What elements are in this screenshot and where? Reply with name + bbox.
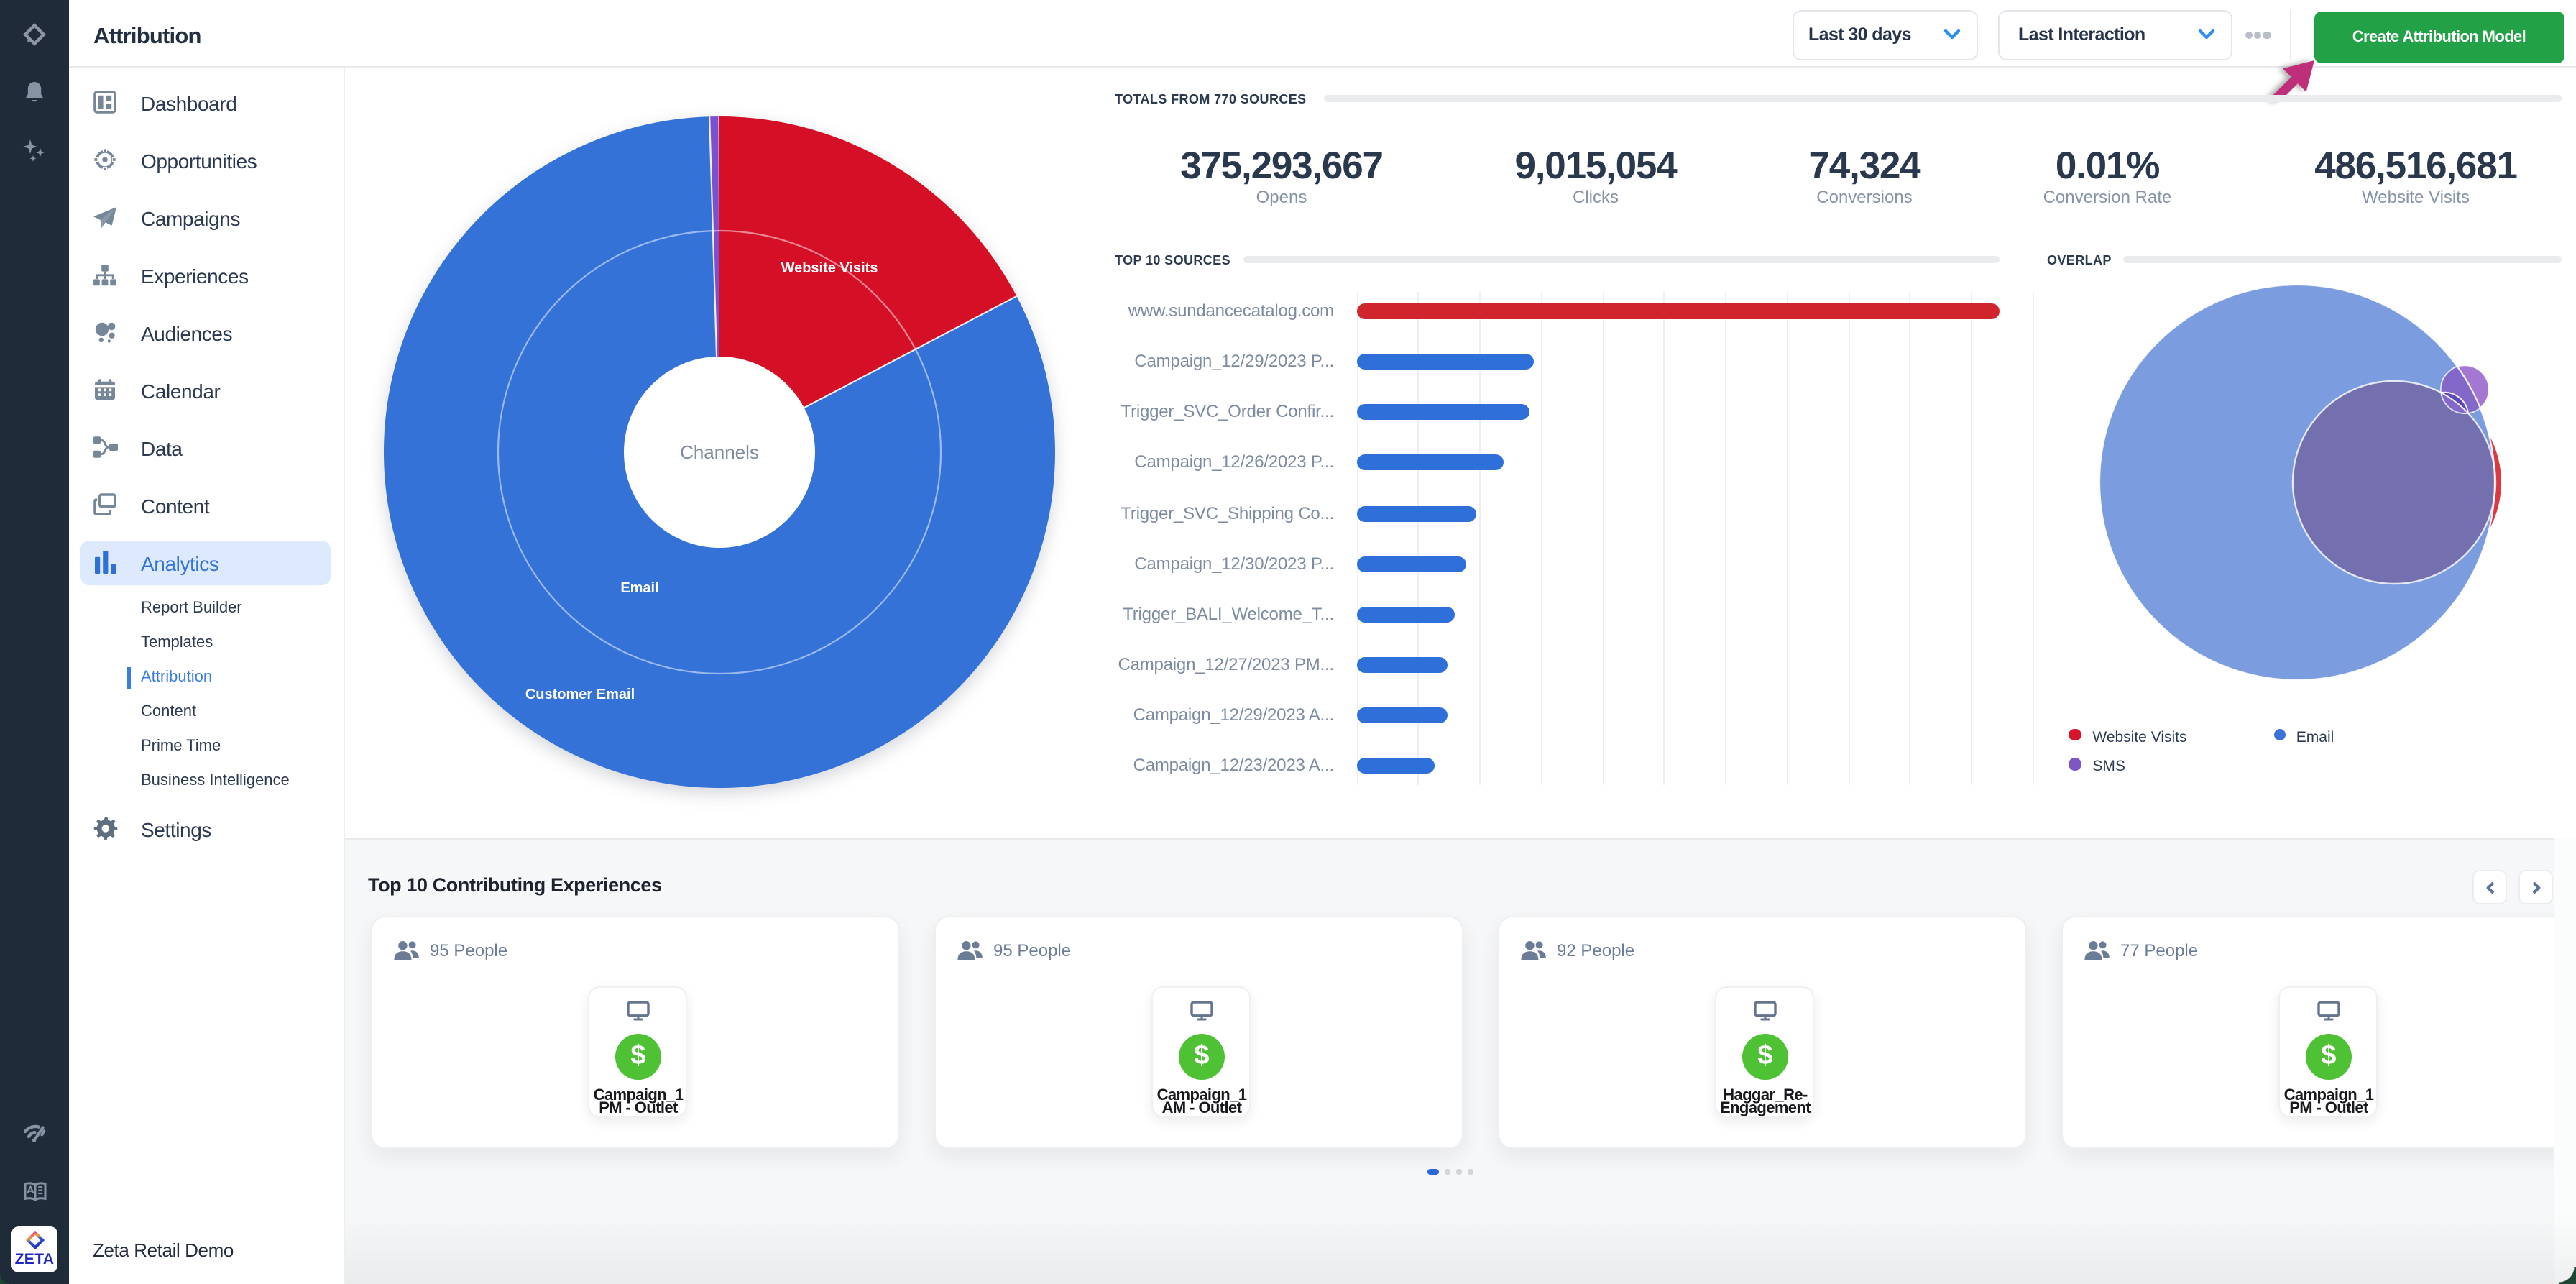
svg-text:Website Visits: Website Visits bbox=[781, 260, 878, 276]
svg-text:Customer Email: Customer Email bbox=[525, 687, 635, 702]
svg-text:Email: Email bbox=[620, 580, 658, 596]
svg-text:Channels: Channels bbox=[680, 441, 759, 463]
